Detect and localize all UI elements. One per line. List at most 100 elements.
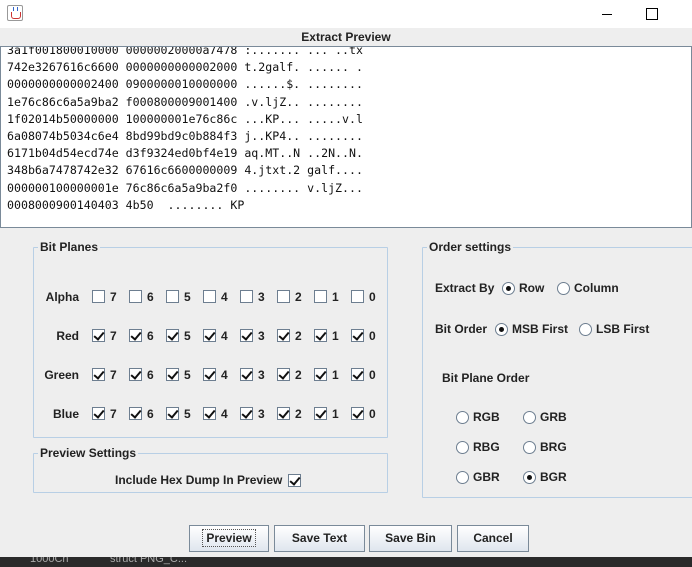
bit-number-label: 4 bbox=[221, 290, 228, 304]
extract-by-column-radio[interactable] bbox=[557, 282, 570, 295]
bit-order-label: Bit Order bbox=[435, 322, 488, 336]
bit-checkbox-blue-0[interactable] bbox=[351, 407, 364, 420]
plane-order-rbg-label[interactable]: RBG bbox=[473, 440, 500, 454]
bit-checkbox-blue-3[interactable] bbox=[240, 407, 253, 420]
plane-order-brg-radio[interactable] bbox=[523, 441, 536, 454]
hex-dump-checkbox[interactable] bbox=[288, 474, 301, 487]
bit-checkbox-red-1[interactable] bbox=[314, 329, 327, 342]
bit-checkbox-alpha-3[interactable] bbox=[240, 290, 253, 303]
bit-checkbox-green-2[interactable] bbox=[277, 368, 290, 381]
bit-checkbox-green-5[interactable] bbox=[166, 368, 179, 381]
bit-number-label: 6 bbox=[147, 407, 154, 421]
extract-by-column-label[interactable]: Column bbox=[574, 281, 619, 295]
plane-order-grb-label[interactable]: GRB bbox=[540, 410, 567, 424]
bit-checkbox-green-0[interactable] bbox=[351, 368, 364, 381]
preview-settings-title: Preview Settings bbox=[40, 446, 137, 460]
bit-checkbox-red-2[interactable] bbox=[277, 329, 290, 342]
dialog-title: Extract Preview bbox=[0, 28, 692, 46]
msb-first-radio[interactable] bbox=[495, 323, 508, 336]
bit-number-label: 6 bbox=[147, 329, 154, 343]
plane-order-rbg-radio[interactable] bbox=[456, 441, 469, 454]
java-icon bbox=[7, 5, 23, 21]
bit-checkbox-green-1[interactable] bbox=[314, 368, 327, 381]
preview-line: 3a1f001800010000 00000020000a7478 :.....… bbox=[7, 46, 363, 57]
plane-order-grb-radio[interactable] bbox=[523, 411, 536, 424]
bit-number-label: 4 bbox=[221, 368, 228, 382]
bit-number-label: 1 bbox=[332, 329, 339, 343]
plane-order-gbr-label[interactable]: GBR bbox=[473, 470, 500, 484]
bit-plane-row-red: Red 7 6 5 4 3 2 1 0 bbox=[34, 328, 389, 344]
bit-checkbox-blue-7[interactable] bbox=[92, 407, 105, 420]
lsb-first-radio[interactable] bbox=[579, 323, 592, 336]
bit-checkbox-blue-4[interactable] bbox=[203, 407, 216, 420]
preview-line: 0008000900140403 4b50 ........ KP bbox=[7, 197, 245, 212]
preview-line: 0000000000002400 0900000010000000 ......… bbox=[7, 77, 363, 92]
plane-order-bgr-label[interactable]: BGR bbox=[540, 470, 567, 484]
bit-checkbox-red-6[interactable] bbox=[129, 329, 142, 342]
bit-checkbox-red-0[interactable] bbox=[351, 329, 364, 342]
preview-line: 1e76c86c6a5a9ba2 f000800009001400 .v.ljZ… bbox=[7, 94, 363, 109]
bit-number-label: 2 bbox=[295, 407, 302, 421]
plane-order-rgb-label[interactable]: RGB bbox=[473, 410, 500, 424]
bit-number-label: 7 bbox=[110, 368, 117, 382]
bit-checkbox-alpha-2[interactable] bbox=[277, 290, 290, 303]
bit-checkbox-alpha-4[interactable] bbox=[203, 290, 216, 303]
hex-dump-label: Include Hex Dump In Preview bbox=[115, 473, 283, 487]
cancel-button[interactable]: Cancel bbox=[457, 525, 529, 552]
maximize-icon[interactable] bbox=[642, 6, 660, 22]
bit-checkbox-green-4[interactable] bbox=[203, 368, 216, 381]
bit-number-label: 0 bbox=[369, 329, 376, 343]
bit-number-label: 0 bbox=[369, 368, 376, 382]
preview-line: 742e3267616c6600 0000000000002000 t.2gal… bbox=[7, 60, 363, 75]
bit-number-label: 2 bbox=[295, 329, 302, 343]
bit-plane-row-alpha: Alpha 7 6 5 4 3 2 1 0 bbox=[34, 289, 389, 305]
bit-number-label: 2 bbox=[295, 368, 302, 382]
preview-line: 348b6a7478742e32 67616c6600000009 4.jtxt… bbox=[7, 163, 363, 178]
plane-order-bgr-radio[interactable] bbox=[523, 471, 536, 484]
bit-number-label: 3 bbox=[258, 290, 265, 304]
bit-checkbox-red-3[interactable] bbox=[240, 329, 253, 342]
bit-checkbox-blue-2[interactable] bbox=[277, 407, 290, 420]
bit-number-label: 4 bbox=[221, 407, 228, 421]
bit-number-label: 0 bbox=[369, 290, 376, 304]
background-text-right: struct PNG_C... bbox=[110, 557, 188, 565]
lsb-first-label[interactable]: LSB First bbox=[596, 322, 649, 336]
bit-checkbox-alpha-0[interactable] bbox=[351, 290, 364, 303]
order-settings-title: Order settings bbox=[429, 240, 512, 254]
minimize-icon[interactable] bbox=[598, 6, 616, 22]
bit-number-label: 7 bbox=[110, 290, 117, 304]
save-text-button[interactable]: Save Text bbox=[274, 525, 365, 552]
order-settings-panel: Order settings Extract By Row Column Bit… bbox=[422, 240, 692, 498]
bit-number-label: 0 bbox=[369, 407, 376, 421]
bit-checkbox-alpha-7[interactable] bbox=[92, 290, 105, 303]
extract-by-row-radio[interactable] bbox=[502, 282, 515, 295]
preview-button[interactable]: Preview bbox=[189, 525, 269, 552]
save-bin-button[interactable]: Save Bin bbox=[369, 525, 452, 552]
bit-checkbox-green-7[interactable] bbox=[92, 368, 105, 381]
bit-checkbox-red-5[interactable] bbox=[166, 329, 179, 342]
preview-textarea[interactable]: 3a1f001800010000 00000020000a7478 :.....… bbox=[0, 46, 692, 228]
msb-first-label[interactable]: MSB First bbox=[512, 322, 568, 336]
bit-checkbox-red-7[interactable] bbox=[92, 329, 105, 342]
bit-checkbox-alpha-5[interactable] bbox=[166, 290, 179, 303]
bit-checkbox-green-3[interactable] bbox=[240, 368, 253, 381]
extract-by-row-label[interactable]: Row bbox=[519, 281, 544, 295]
bit-checkbox-alpha-1[interactable] bbox=[314, 290, 327, 303]
bit-number-label: 2 bbox=[295, 290, 302, 304]
bit-plane-row-label: Green bbox=[44, 368, 79, 382]
bit-planes-title: Bit Planes bbox=[40, 240, 99, 254]
bit-number-label: 5 bbox=[184, 329, 191, 343]
bit-checkbox-red-4[interactable] bbox=[203, 329, 216, 342]
bit-checkbox-green-6[interactable] bbox=[129, 368, 142, 381]
preview-settings-panel: Preview Settings Include Hex Dump In Pre… bbox=[33, 446, 388, 493]
bit-checkbox-blue-1[interactable] bbox=[314, 407, 327, 420]
bit-checkbox-alpha-6[interactable] bbox=[129, 290, 142, 303]
plane-order-rgb-radio[interactable] bbox=[456, 411, 469, 424]
bit-checkbox-blue-5[interactable] bbox=[166, 407, 179, 420]
bit-number-label: 6 bbox=[147, 368, 154, 382]
preview-line: 000000100000001e 76c86c6a5a9ba2f0 ......… bbox=[7, 180, 363, 195]
bit-checkbox-blue-6[interactable] bbox=[129, 407, 142, 420]
plane-order-gbr-radio[interactable] bbox=[456, 471, 469, 484]
bit-number-label: 1 bbox=[332, 290, 339, 304]
plane-order-brg-label[interactable]: BRG bbox=[540, 440, 567, 454]
